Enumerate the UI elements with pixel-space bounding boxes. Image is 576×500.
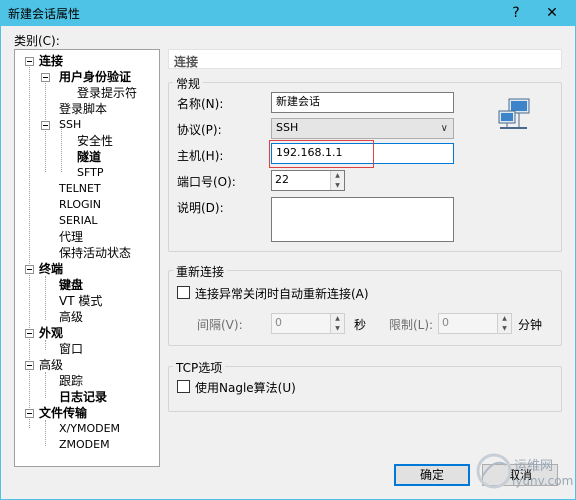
port-label: 端口号(O): [177,175,236,189]
watermark-text: 运维网 [514,459,554,474]
limit-stepper[interactable]: ▲ ▼ [497,314,511,333]
nagle-checkbox[interactable] [177,380,190,393]
general-group-title: 常规 [173,75,204,92]
tree-item-zmodem[interactable]: ZMODEM [59,438,110,452]
reconnect-group-title: 重新连接 [173,263,228,280]
tree-item-appearance[interactable]: 外观 [39,326,63,340]
up-arrow-icon[interactable]: ▲ [331,314,344,324]
name-label: 名称(N): [177,97,224,111]
close-button[interactable]: ✕ [542,4,562,22]
tree-item-vt-mode[interactable]: VT 模式 [59,294,102,308]
limit-value: 0 [442,316,449,329]
interval-spinner[interactable]: 0 ▲ ▼ [271,313,345,334]
tree-item-sftp[interactable]: SFTP [77,166,103,180]
tree-item-trace[interactable]: 跟踪 [59,374,83,388]
chevron-down-icon: ∨ [440,123,448,134]
collapse-icon[interactable] [25,409,34,418]
interval-unit: 秒 [354,318,367,332]
ok-button[interactable]: 确定 [394,464,470,486]
panel-title: 连接 [174,55,199,69]
tree-item-tunnel[interactable]: 隧道 [77,150,101,164]
tree-item-proxy[interactable]: 代理 [59,230,83,244]
down-arrow-icon[interactable]: ▼ [331,323,344,333]
limit-label: 限制(L): [389,318,434,332]
port-stepper[interactable]: ▲ ▼ [330,171,344,190]
title-bar[interactable]: 新建会话属性 ? ✕ [0,0,576,26]
protocol-value: SSH [276,121,299,134]
limit-spinner[interactable]: 0 ▲ ▼ [438,313,512,334]
tree-item-login-script[interactable]: 登录脚本 [59,102,107,116]
up-arrow-icon[interactable]: ▲ [331,171,344,181]
tree-guide-line [45,420,46,446]
collapse-icon[interactable] [41,73,50,82]
collapse-icon[interactable] [25,57,34,66]
tree-guide-line [45,340,46,350]
collapse-icon[interactable] [25,361,34,370]
tree-item-logging[interactable]: 日志记录 [59,390,107,404]
tree-item-file-transfer[interactable]: 文件传输 [39,406,87,420]
description-field[interactable] [271,197,454,242]
tcp-group-title: TCP选项 [173,359,226,376]
collapse-icon[interactable] [25,265,34,274]
limit-unit: 分钟 [518,318,543,332]
tree-item-login-prompts[interactable]: 登录提示符 [77,86,137,100]
interval-label: 间隔(V): [197,318,243,332]
watermark-logo-icon [476,453,512,489]
tree-item-advanced[interactable]: 高级 [39,358,63,372]
network-icon [498,98,530,129]
host-label: 主机(H): [177,149,224,163]
category-tree[interactable]: 连接 用户身份验证 登录提示符 登录脚本 SSH 安全性 隧道 SFTP TEL… [14,49,160,467]
host-highlight-box [269,140,374,168]
window-title: 新建会话属性 [8,7,81,21]
down-arrow-icon[interactable]: ▼ [331,180,344,190]
tree-item-telnet[interactable]: TELNET [59,182,101,196]
tree-guide-line [45,372,46,398]
tree-item-serial[interactable]: SERIAL [59,214,97,228]
protocol-label: 协议(P): [177,123,222,137]
auto-reconnect-checkbox[interactable] [177,286,190,299]
watermark-url: iyunv.com [512,474,574,488]
tree-item-xymodem[interactable]: X/YMODEM [59,422,120,436]
protocol-select[interactable]: SSH ∨ [271,118,454,139]
interval-stepper[interactable]: ▲ ▼ [330,314,344,333]
tree-guide-line [29,62,30,428]
tree-item-keepalive[interactable]: 保持活动状态 [59,246,131,260]
tree-item-terminal[interactable]: 终端 [39,262,63,276]
interval-value: 0 [275,316,282,329]
tree-guide-line [61,126,62,172]
category-label: 类别(C): [14,34,60,48]
tree-item-keyboard[interactable]: 键盘 [59,278,83,292]
panel-header: 连接 [168,49,562,69]
port-value: 22 [275,173,289,186]
tree-item-security[interactable]: 安全性 [77,134,113,148]
reconnect-group: 重新连接 [168,263,562,346]
tree-item-ssh[interactable]: SSH [59,118,81,132]
tree-item-window[interactable]: 窗口 [59,342,83,356]
collapse-icon[interactable] [41,121,50,130]
collapse-icon[interactable] [25,329,34,338]
tree-item-terminal-advanced[interactable]: 高级 [59,310,83,324]
port-spinner[interactable]: 22 ▲ ▼ [271,170,345,191]
auto-reconnect-label[interactable]: 连接异常关闭时自动重新连接(A) [195,285,369,302]
nagle-label[interactable]: 使用Nagle算法(U) [195,379,296,396]
down-arrow-icon[interactable]: ▼ [498,323,511,333]
description-label: 说明(D): [177,201,224,215]
tree-item-connection[interactable]: 连接 [39,54,63,68]
tree-guide-line [45,276,46,320]
help-button[interactable]: ? [506,4,526,22]
name-field[interactable]: 新建会话 [271,92,454,113]
tree-item-auth[interactable]: 用户身份验证 [59,70,131,84]
up-arrow-icon[interactable]: ▲ [498,314,511,324]
tree-item-rlogin[interactable]: RLOGIN [59,198,101,212]
